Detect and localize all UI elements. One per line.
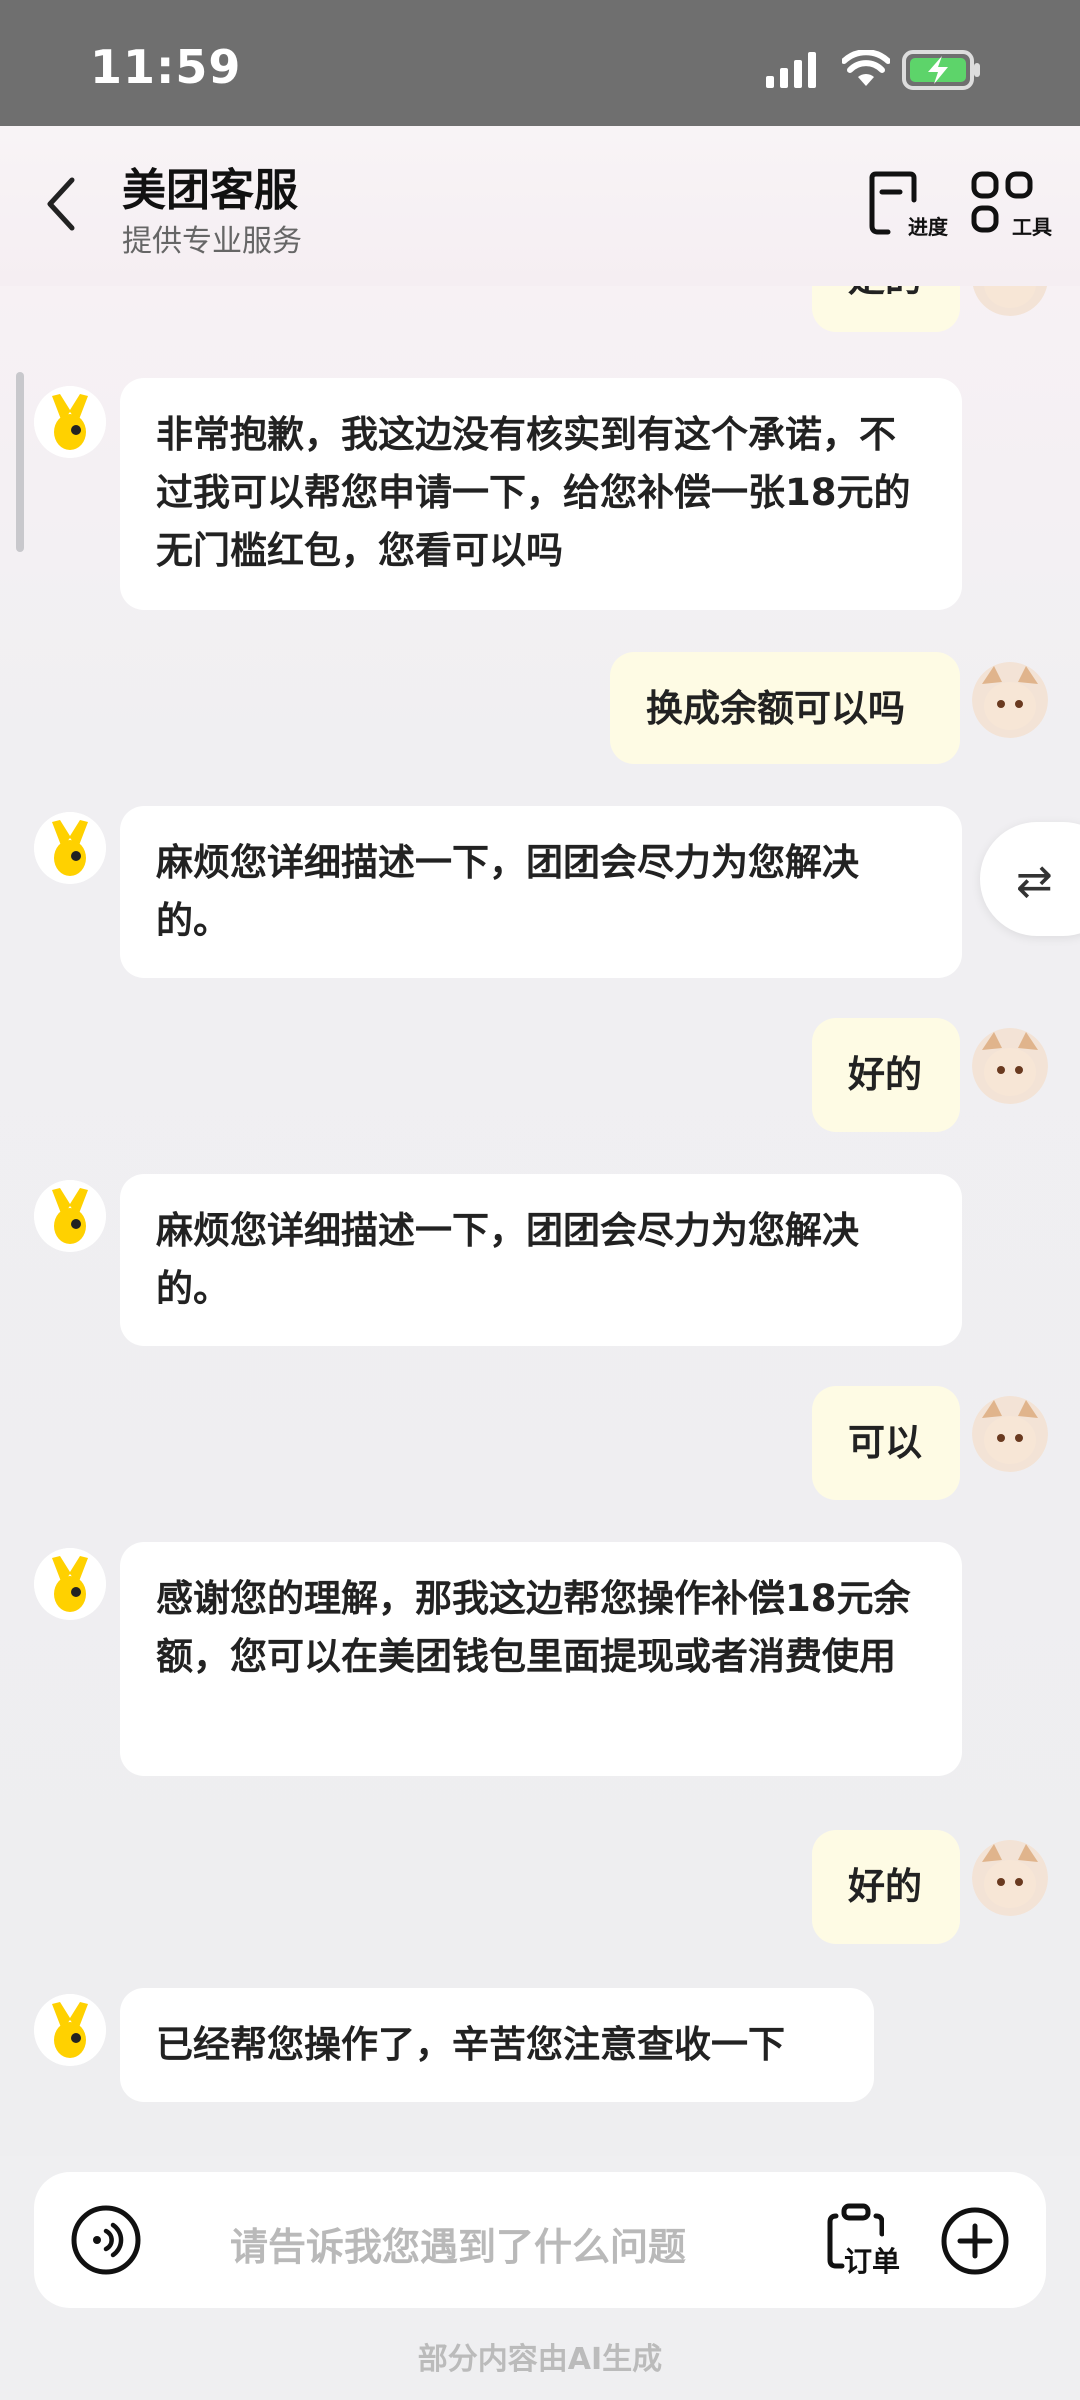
user-message: 换成余额可以吗 — [610, 652, 960, 764]
tools-label: 工具 — [1012, 215, 1052, 239]
user-avatar[interactable] — [972, 662, 1048, 738]
voice-input-icon[interactable] — [70, 2204, 142, 2276]
bot-message: 麻烦您详细描述一下，团团会尽力为您解决的。 — [120, 806, 962, 978]
back-arrow-icon[interactable] — [42, 174, 82, 234]
user-message-text: 可以 — [848, 1421, 922, 1464]
bot-message-text: 麻烦您详细描述一下，团团会尽力为您解决的。 — [156, 1209, 859, 1310]
progress-button[interactable]: 进度 — [866, 170, 948, 240]
order-label: 订单 — [844, 2245, 901, 2278]
user-message-text: 是的 — [848, 286, 922, 300]
message-input[interactable]: 请告诉我您遇到了什么问题 — [230, 2216, 686, 2271]
bot-avatar[interactable] — [34, 1548, 106, 1620]
status-time: 11:59 — [90, 40, 242, 94]
bot-avatar[interactable] — [34, 1180, 106, 1252]
user-avatar[interactable] — [972, 286, 1048, 316]
status-bar: 11:59 — [0, 0, 1080, 126]
ai-disclaimer: 部分内容由AI生成 — [417, 2342, 663, 2377]
user-avatar[interactable] — [972, 1396, 1048, 1472]
bot-message: 麻烦您详细描述一下，团团会尽力为您解决的。 — [120, 1174, 962, 1346]
user-message-text: 好的 — [848, 1865, 922, 1908]
input-bar: 请告诉我您遇到了什么问题 订单 — [34, 2172, 1046, 2308]
bot-message: 感谢您的理解，那我这边帮您操作补偿18元余额，您可以在美团钱包里面提现或者消费使… — [120, 1542, 962, 1776]
wifi-icon — [842, 50, 890, 86]
user-avatar-image — [972, 286, 1048, 316]
bot-message-text: 麻烦您详细描述一下，团团会尽力为您解决的。 — [156, 841, 859, 942]
bot-message: 非常抱歉，我这边没有核实到有这个承诺，不过我可以帮您申请一下，给您补偿一张18元… — [120, 378, 962, 610]
user-message: 可以 — [812, 1386, 960, 1500]
bot-message-text: 已经帮您操作了，辛苦您注意查收一下 — [156, 2023, 785, 2066]
battery-charging-icon — [902, 50, 980, 90]
bot-avatar[interactable] — [34, 386, 106, 458]
user-avatar-image — [972, 662, 1048, 738]
page-title: 美团客服 — [122, 165, 298, 216]
bot-message-text: 非常抱歉，我这边没有核实到有这个承诺，不过我可以帮您申请一下，给您补偿一张18元… — [156, 413, 911, 572]
user-avatar[interactable] — [972, 1840, 1048, 1916]
order-button[interactable]: 订单 — [824, 2202, 904, 2280]
meituan-mascot-icon — [34, 1548, 106, 1620]
meituan-mascot-icon — [34, 1180, 106, 1252]
meituan-mascot-icon — [34, 386, 106, 458]
page-subtitle: 提供专业服务 — [122, 224, 302, 259]
user-avatar-image — [972, 1396, 1048, 1472]
meituan-mascot-icon — [34, 812, 106, 884]
chat-header: 美团客服 提供专业服务 进度 工具 — [0, 126, 1080, 286]
user-message: 好的 — [812, 1830, 960, 1944]
meituan-mascot-icon — [34, 1994, 106, 2066]
user-avatar-image — [972, 1028, 1048, 1104]
scrollbar[interactable] — [16, 372, 24, 552]
user-avatar-image — [972, 1840, 1048, 1916]
user-message: 好的 — [812, 1018, 960, 1132]
signal-icon — [766, 52, 816, 88]
bot-avatar[interactable] — [34, 1994, 106, 2066]
progress-label: 进度 — [908, 215, 948, 239]
user-message-text: 好的 — [848, 1053, 922, 1096]
plus-icon[interactable] — [940, 2206, 1010, 2276]
bot-avatar[interactable] — [34, 812, 106, 884]
chat-area[interactable]: 是的 非常抱歉，我这边没有核实到有这个承诺，不过我可以帮您申请一下，给您补偿一张… — [0, 286, 1080, 2156]
user-message: 是的 — [812, 286, 960, 332]
bot-message: 已经帮您操作了，辛苦您注意查收一下 — [120, 1988, 874, 2102]
swap-arrows-icon: ⇄ — [1016, 856, 1053, 907]
bot-message-text: 感谢您的理解，那我这边帮您操作补偿18元余额，您可以在美团钱包里面提现或者消费使… — [156, 1577, 911, 1678]
user-message-text: 换成余额可以吗 — [646, 687, 905, 730]
user-avatar[interactable] — [972, 1028, 1048, 1104]
tools-button[interactable]: 工具 — [970, 170, 1052, 240]
